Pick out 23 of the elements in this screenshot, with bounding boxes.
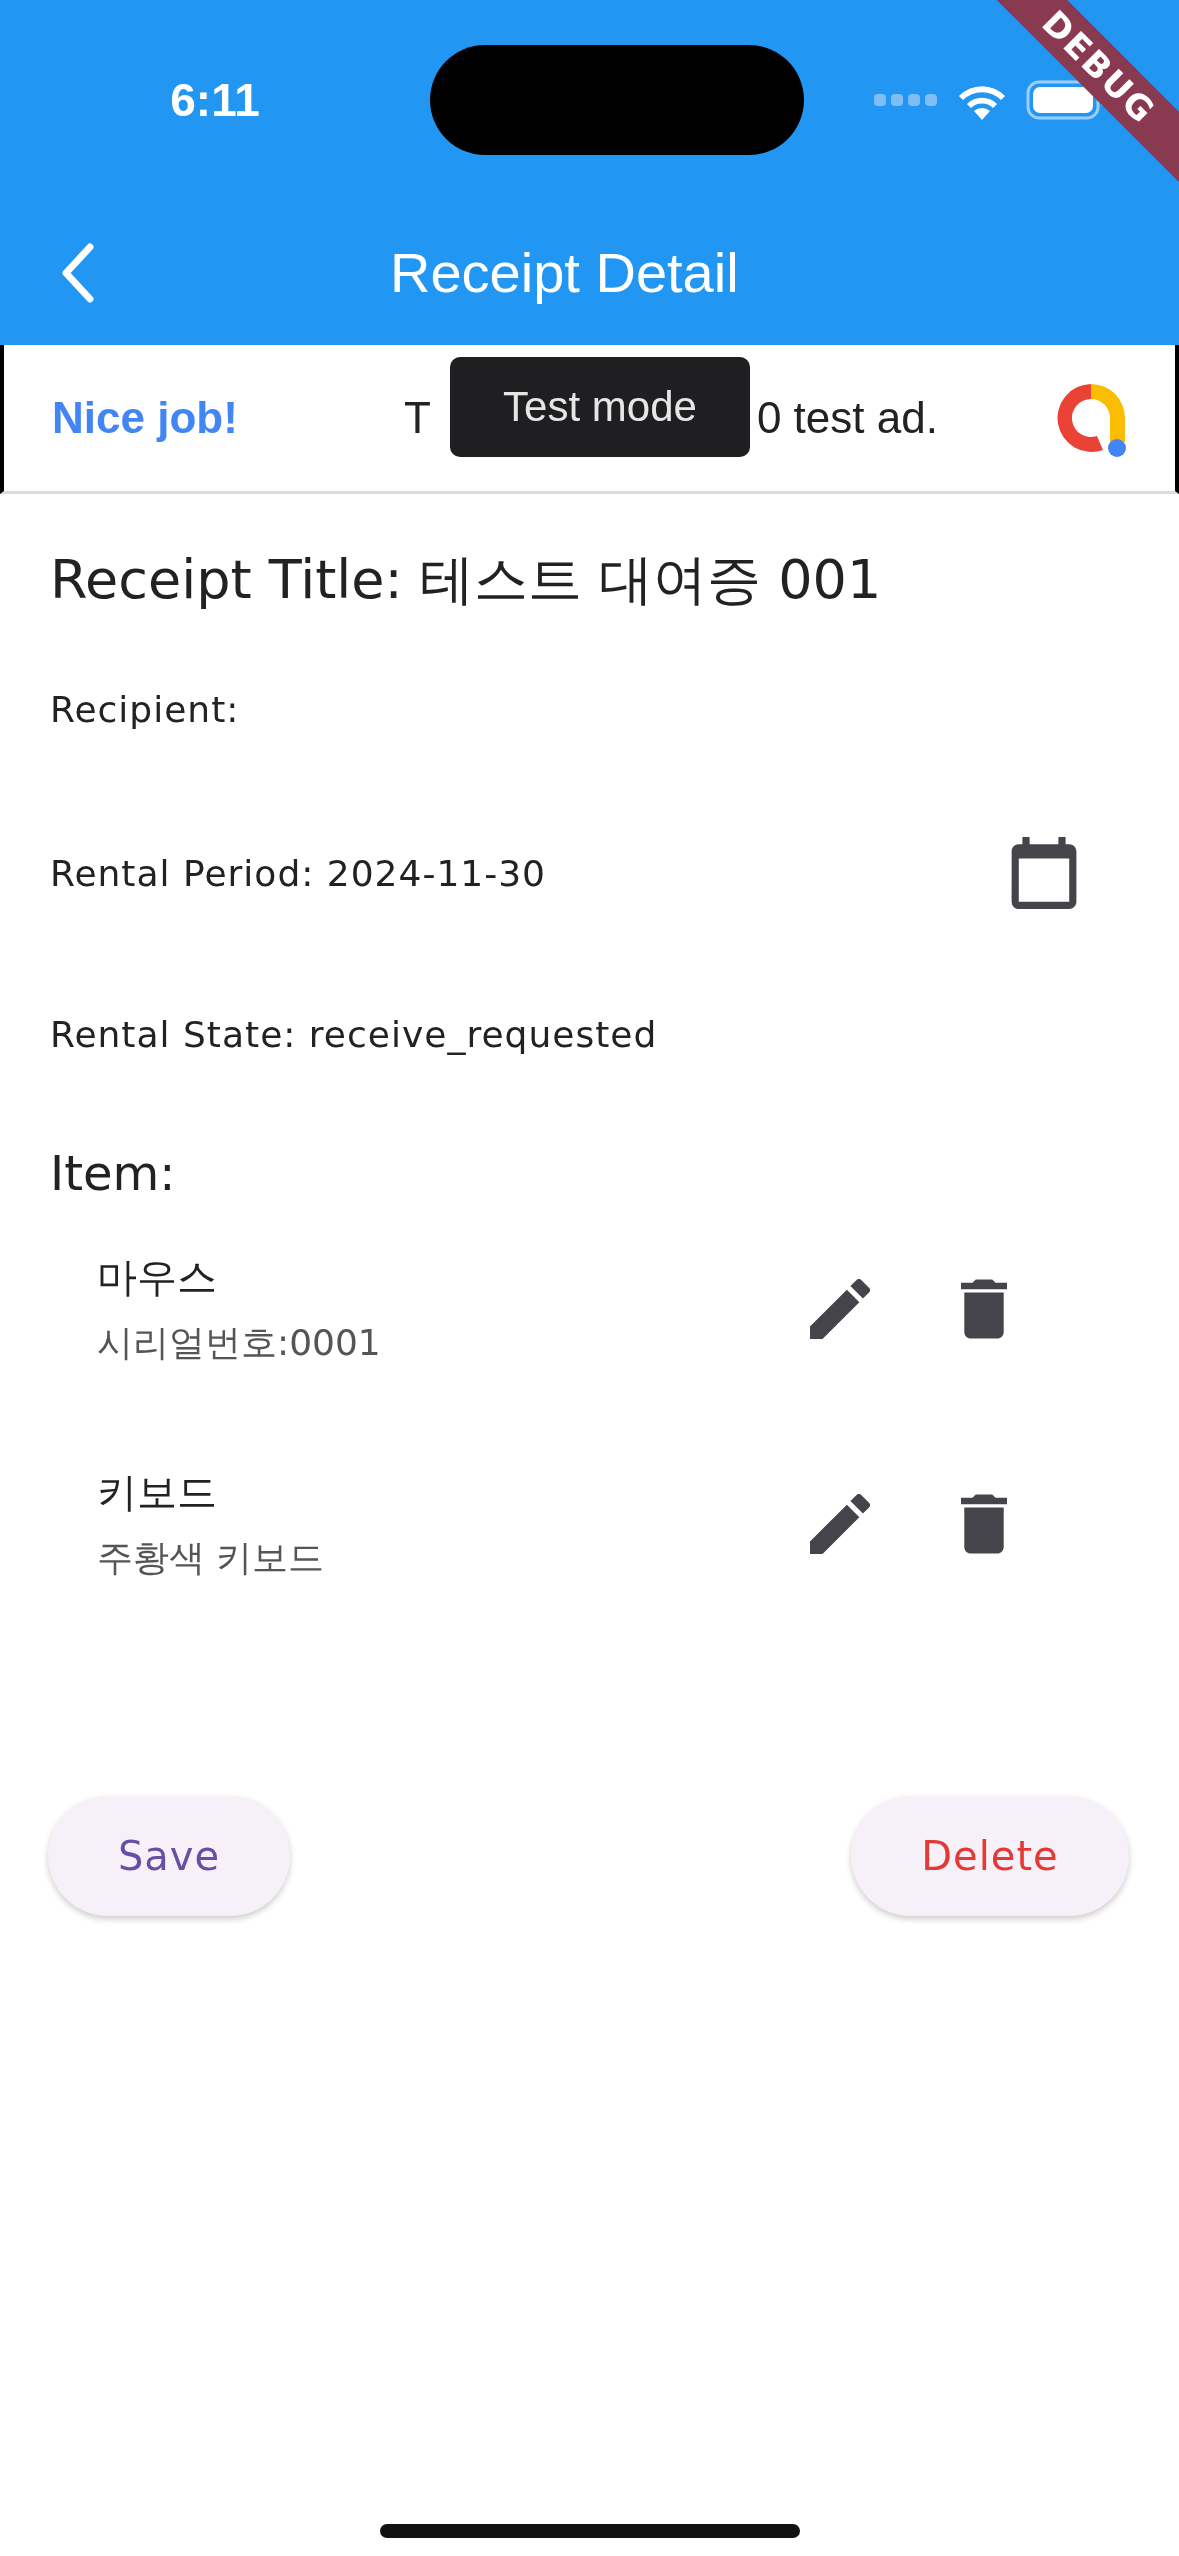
pencil-icon — [810, 1278, 870, 1339]
item-detail: 시리얼번호:0001 — [97, 1320, 382, 1365]
item-name: 키보드 — [97, 1467, 218, 1517]
delete-button[interactable]: Delete — [851, 1796, 1129, 1916]
items-heading: Item: — [50, 1145, 177, 1201]
app-bar-title: Receipt Detail — [390, 240, 739, 305]
item-detail: 주황색 키보드 — [97, 1535, 326, 1580]
trash-icon — [961, 1278, 1007, 1339]
receipt-title: Receipt Title: 테스트 대여증 001 — [50, 547, 883, 613]
ad-banner[interactable]: Nice job! T Test mode 0 test ad. — [0, 345, 1179, 494]
ad-text: 0 test ad. — [756, 393, 938, 443]
rental-state: Rental State: receive_requested — [50, 1014, 659, 1055]
ad-headline: Nice job! — [52, 393, 239, 443]
pencil-icon — [810, 1493, 870, 1554]
trash-icon — [961, 1493, 1007, 1554]
status-time: 6:11 — [169, 73, 261, 127]
rental-period: Rental Period: 2024-11-30 — [50, 852, 547, 894]
ad-text: T — [404, 393, 431, 443]
item-name: 마우스 — [97, 1252, 218, 1302]
tooltip: Test mode — [450, 357, 750, 457]
recipient-label: Recipient: — [50, 689, 241, 730]
save-button[interactable]: Save — [48, 1796, 290, 1916]
signal-icon — [874, 93, 938, 107]
